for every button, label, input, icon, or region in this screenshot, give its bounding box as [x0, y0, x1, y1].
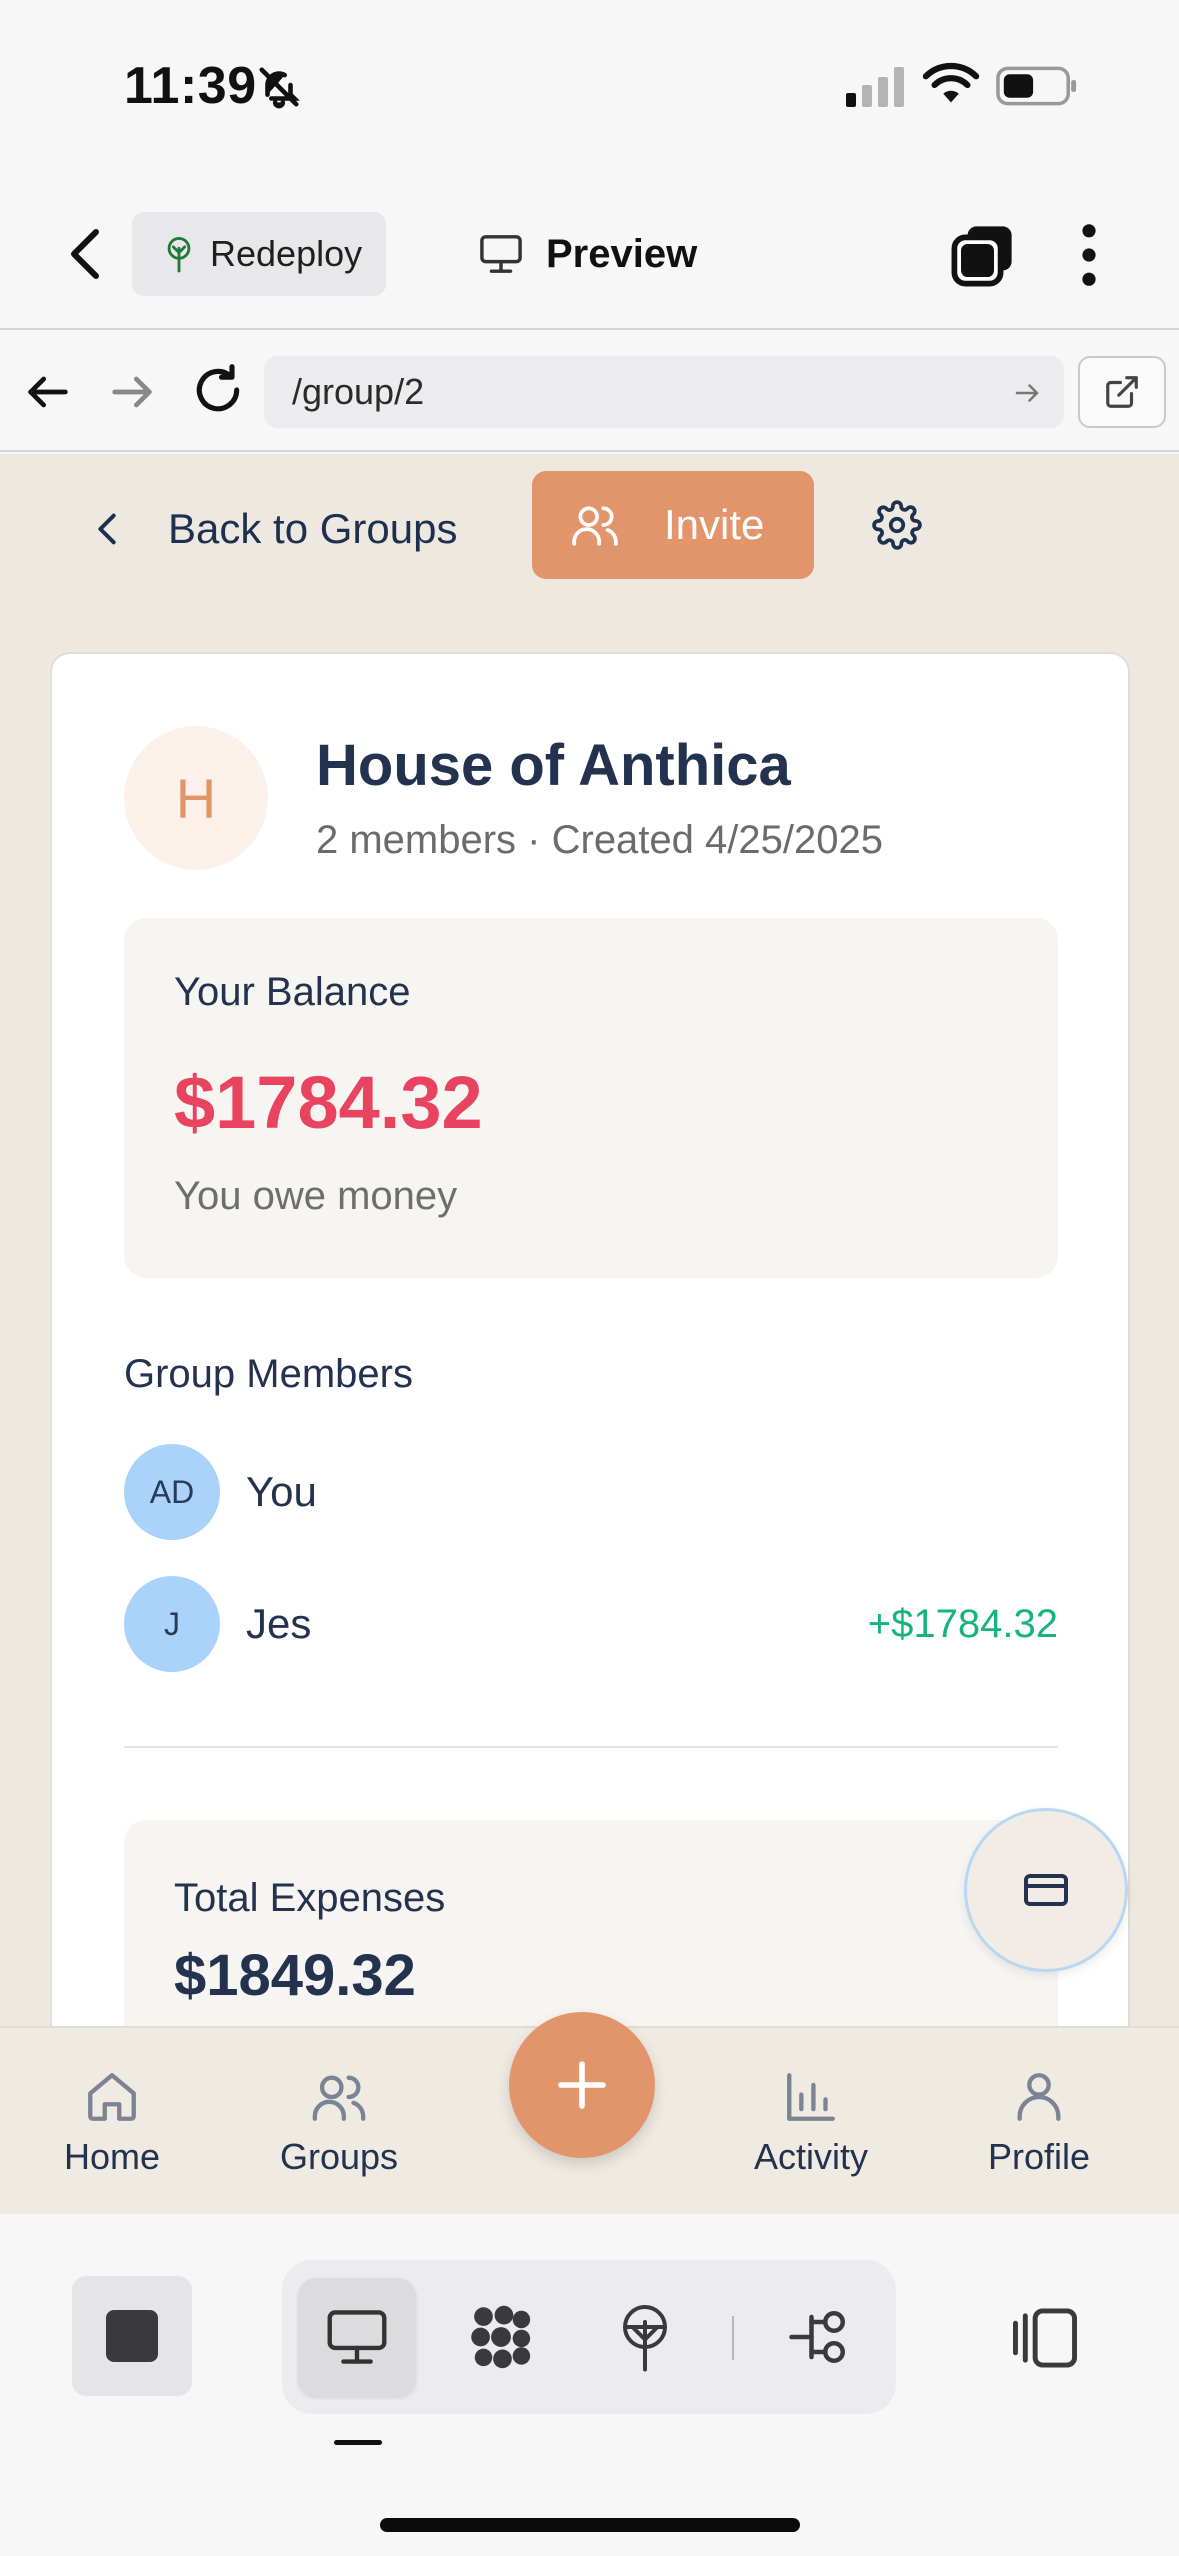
- group-title: House of Anthica: [316, 733, 791, 798]
- user-icon: [1017, 2073, 1061, 2121]
- home-indicator: [380, 2518, 800, 2532]
- balance-value: $1784.32: [174, 1061, 483, 1144]
- flow-icon: [789, 2311, 845, 2363]
- gear-icon[interactable]: [872, 500, 922, 550]
- wifi-icon: [922, 62, 980, 103]
- back-to-groups-label: Back to Groups: [168, 505, 458, 552]
- url-input[interactable]: /group/2: [264, 356, 1064, 428]
- payment-fab[interactable]: [964, 1808, 1128, 1972]
- tree-icon: [167, 237, 191, 273]
- back-chevron-icon[interactable]: [62, 226, 110, 282]
- group-meta: 2 members · Created 4/25/2025: [316, 818, 883, 862]
- toolbar-divider: [732, 2316, 734, 2360]
- total-expenses-value: $1849.32: [174, 1943, 416, 2008]
- external-link-icon: [1106, 376, 1138, 408]
- balance-label: Your Balance: [174, 970, 411, 1014]
- preview-toggle[interactable]: Preview: [478, 222, 697, 286]
- status-bar: 11:39: [0, 0, 1179, 170]
- nav-profile[interactable]: Profile: [988, 2068, 1090, 2178]
- url-text: /group/2: [292, 371, 425, 412]
- nav-home[interactable]: Home: [64, 2068, 160, 2178]
- balance-note: You owe money: [174, 1174, 458, 1218]
- nav-activity-label: Activity: [754, 2136, 869, 2177]
- home-icon: [88, 2073, 136, 2121]
- total-expenses-panel: Total Expenses $1849.32: [124, 1820, 1058, 2028]
- invite-button[interactable]: Invite: [532, 471, 814, 579]
- bar-chart-icon: [787, 2073, 835, 2121]
- invite-label: Invite: [664, 501, 765, 548]
- add-expense-button[interactable]: [509, 2012, 655, 2158]
- open-external-button[interactable]: [1078, 356, 1166, 428]
- member-name: Jes: [246, 1600, 312, 1647]
- nav-home-label: Home: [64, 2136, 161, 2177]
- total-expenses-label: Total Expenses: [174, 1876, 446, 1920]
- back-to-groups-link[interactable]: Back to Groups: [92, 496, 457, 562]
- users-icon: [312, 2075, 366, 2121]
- arrow-left-icon[interactable]: [22, 366, 74, 418]
- nav-activity[interactable]: Activity: [754, 2068, 868, 2178]
- status-time: 11:39: [124, 57, 257, 115]
- more-options-icon[interactable]: [1066, 222, 1112, 288]
- tree-icon: [623, 2305, 667, 2372]
- deploy-view-button[interactable]: [586, 2278, 704, 2396]
- side-panel-icon[interactable]: [1010, 2306, 1080, 2370]
- nav-groups[interactable]: Groups: [280, 2068, 398, 2178]
- member-row: J Jes +$1784.32: [124, 1576, 1058, 1672]
- cellular-signal-icon: [846, 67, 904, 107]
- app-header: Redeploy Preview: [0, 170, 1179, 330]
- cluster-icon: [471, 2305, 531, 2369]
- stop-button[interactable]: [72, 2276, 192, 2396]
- balance-panel: Your Balance $1784.32 You owe money: [124, 918, 1058, 1278]
- reload-icon[interactable]: [190, 362, 246, 418]
- members-heading: Group Members: [124, 1352, 413, 1396]
- monitor-icon: [480, 235, 522, 273]
- member-avatar: J: [124, 1576, 220, 1672]
- go-arrow-icon[interactable]: [1012, 378, 1042, 408]
- chevron-left-icon: [98, 513, 116, 545]
- divider: [124, 1746, 1058, 1748]
- group-top-nav: Back to Groups Invite: [0, 454, 1179, 602]
- nav-groups-label: Groups: [280, 2136, 399, 2177]
- monitor-icon: [327, 2310, 387, 2364]
- bottom-toolbar: [0, 2214, 1179, 2556]
- desktop-view-button[interactable]: [298, 2278, 416, 2396]
- group-card: H House of Anthica 2 members · Created 4…: [50, 652, 1130, 2028]
- redeploy-button[interactable]: Redeploy: [132, 212, 386, 296]
- redeploy-label: Redeploy: [210, 233, 363, 274]
- member-name: You: [246, 1468, 317, 1515]
- battery-icon: [996, 66, 1077, 106]
- nav-profile-label: Profile: [988, 2136, 1091, 2177]
- users-icon: [572, 506, 618, 546]
- grid-view-button[interactable]: [442, 2278, 560, 2396]
- tabs-icon[interactable]: [950, 222, 1016, 288]
- stop-icon: [106, 2310, 158, 2362]
- bottom-nav: Home Groups Activity Profile: [0, 2012, 1179, 2214]
- member-avatar: AD: [124, 1444, 220, 1540]
- arrow-right-icon[interactable]: [106, 366, 158, 418]
- member-row: AD You: [124, 1444, 1058, 1540]
- plus-icon: [558, 2061, 606, 2109]
- bell-off-icon: [259, 67, 300, 109]
- web-content: Back to Groups Invite H House of Anthica…: [0, 454, 1179, 2028]
- flow-view-button[interactable]: [760, 2278, 878, 2396]
- preview-label: Preview: [546, 231, 698, 276]
- view-mode-switcher: [282, 2260, 896, 2414]
- active-indicator: [334, 2440, 382, 2445]
- member-balance: +$1784.32: [867, 1602, 1058, 1646]
- credit-card-icon: [1024, 1874, 1068, 1906]
- browser-url-bar: /group/2: [0, 332, 1179, 452]
- group-avatar: H: [124, 726, 268, 870]
